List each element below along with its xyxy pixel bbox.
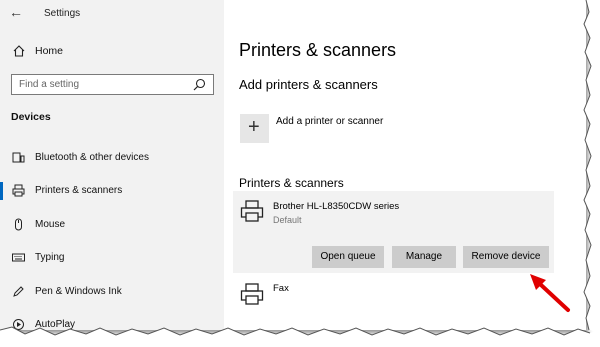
manage-button[interactable]: Manage — [392, 246, 456, 268]
fax-icon — [240, 283, 264, 305]
back-arrow-icon[interactable]: ← — [9, 4, 23, 20]
open-queue-button[interactable]: Open queue — [312, 246, 384, 268]
sidebar-item-label: AutoPlay — [35, 319, 76, 330]
settings-window: ← Settings Home Find a setting Devices B… — [0, 0, 586, 330]
title-bar: ← Settings — [0, 0, 224, 28]
sidebar-item-bluetooth[interactable]: Bluetooth & other devices — [0, 145, 224, 171]
printer-icon — [240, 200, 264, 222]
sidebar-item-label: Typing — [35, 252, 65, 263]
device-status: Default — [273, 215, 302, 225]
home-label: Home — [35, 45, 64, 57]
sidebar-item-label: Bluetooth & other devices — [35, 152, 149, 163]
mouse-icon — [15, 218, 22, 231]
red-arrow-annotation — [530, 274, 570, 312]
sidebar-item-mouse[interactable]: Mouse — [0, 212, 224, 238]
sidebar-item-label: Printers & scanners — [35, 185, 123, 196]
add-section-title: Add printers & scanners — [239, 77, 378, 92]
sidebar-item-typing[interactable]: Typing — [0, 245, 224, 271]
page-title: Printers & scanners — [239, 40, 397, 60]
printer-icon — [12, 184, 25, 197]
sidebar-item-label: Mouse — [35, 219, 66, 230]
search-placeholder: Find a setting — [19, 79, 80, 90]
device-name[interactable]: Fax — [273, 283, 289, 294]
sidebar-item-label: Pen & Windows Ink — [35, 286, 122, 297]
pen-icon — [13, 286, 24, 297]
search-icon[interactable] — [193, 78, 206, 91]
device-name: Brother HL-L8350CDW series — [273, 201, 400, 212]
sidebar-item-autoplay[interactable]: AutoPlay — [0, 312, 224, 330]
sidebar: ← Settings Home Find a setting Devices B… — [0, 0, 224, 330]
home-nav-item[interactable]: Home — [0, 40, 224, 64]
devices-section-title: Devices — [11, 111, 51, 123]
plus-icon: + — [248, 116, 260, 138]
sidebar-item-pen[interactable]: Pen & Windows Ink — [0, 279, 224, 305]
printers-list-title: Printers & scanners — [239, 176, 344, 190]
autoplay-icon — [13, 319, 24, 330]
bluetooth-devices-icon — [12, 152, 25, 163]
home-icon — [13, 45, 25, 57]
sidebar-item-printers[interactable]: Printers & scanners — [0, 178, 224, 204]
window-title: Settings — [44, 8, 81, 19]
keyboard-icon — [12, 253, 25, 262]
remove-device-button[interactable]: Remove device — [463, 246, 549, 268]
search-input[interactable]: Find a setting — [11, 74, 214, 95]
add-printer-button[interactable]: + — [240, 114, 269, 143]
add-printer-label[interactable]: Add a printer or scanner — [276, 116, 383, 127]
